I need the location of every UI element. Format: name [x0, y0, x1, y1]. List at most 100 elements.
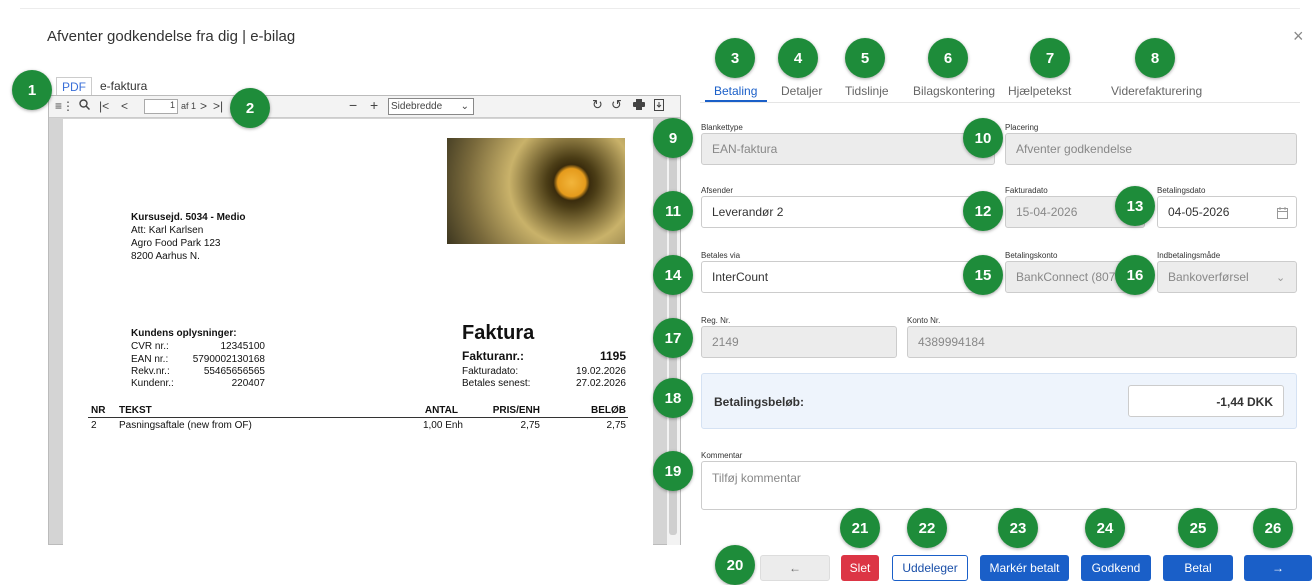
next-page-icon[interactable]: >: [200, 99, 207, 113]
invoice-number: 1195: [599, 349, 626, 363]
konto-nr-label: Konto Nr.: [907, 316, 941, 325]
chevron-down-icon: ⌄: [460, 101, 469, 112]
prev-page-icon[interactable]: <: [121, 99, 128, 113]
callout-badge: 5: [845, 38, 885, 78]
pdf-toolbar: ≡⋮ |< < 1 af 1 > >| − + Sidebredde ⌄ ↻ ↺: [49, 96, 680, 118]
slet-button[interactable]: Slet: [841, 555, 879, 581]
close-icon[interactable]: ×: [1293, 26, 1304, 47]
godkend-button[interactable]: Godkend: [1081, 555, 1151, 581]
invoice-heading: Faktura: [462, 322, 535, 344]
callout-badge: 6: [928, 38, 968, 78]
tab-betaling[interactable]: Betaling: [714, 84, 757, 98]
customer-row-value: 55465656565: [203, 366, 265, 377]
recipient-name: Kursusejd. 5034 - Medio: [131, 212, 246, 223]
uddeleger-button[interactable]: Uddeleger: [892, 555, 968, 581]
betales-via-field[interactable]: InterCount: [701, 261, 995, 293]
kommentar-input[interactable]: Tilføj kommentar: [701, 461, 1297, 510]
blankettype-label: Blankettype: [701, 123, 743, 132]
callout-badge: 13: [1115, 186, 1155, 226]
line-antal: 1,00 Enh: [422, 420, 463, 431]
next-button[interactable]: →: [1244, 555, 1312, 581]
col-nr: NR: [91, 405, 106, 416]
callout-badge: 18: [653, 378, 693, 418]
invoice-due-label: Betales senest:: [462, 378, 531, 389]
betalingsdato-value: 04-05-2026: [1168, 205, 1230, 219]
invoice-date-label: Fakturadato:: [462, 366, 519, 377]
zoom-out-icon[interactable]: −: [349, 97, 357, 113]
col-pris: PRIS/ENH: [492, 405, 540, 416]
top-divider: [20, 8, 1300, 9]
betalingsbelob-value[interactable]: -1,44 DKK: [1128, 385, 1284, 417]
betalingsdato-field[interactable]: 04-05-2026: [1157, 196, 1297, 228]
zoom-select[interactable]: Sidebredde ⌄: [388, 98, 474, 115]
tab-hjaelpetekst[interactable]: Hjælpetekst: [1008, 84, 1071, 98]
col-belob: BELØB: [591, 405, 626, 416]
callout-badge: 22: [907, 508, 947, 548]
rotate-cw-icon[interactable]: ↻: [592, 97, 603, 113]
download-icon[interactable]: [654, 99, 664, 114]
first-page-icon[interactable]: |<: [99, 99, 109, 113]
afsender-field[interactable]: Leverandør 2: [701, 196, 995, 228]
indbetalingsmade-value: Bankoverførsel: [1168, 270, 1249, 284]
customer-row-value: 220407: [231, 378, 265, 389]
callout-badge: 15: [963, 255, 1003, 295]
recipient-street: Agro Food Park 123: [131, 238, 221, 249]
search-icon[interactable]: [79, 99, 91, 113]
callout-badge: 25: [1178, 508, 1218, 548]
blankettype-field: EAN-faktura: [701, 133, 995, 165]
betalingsbelob-label: Betalingsbeløb:: [714, 395, 805, 409]
callout-badge: 8: [1135, 38, 1175, 78]
sunflower-image: [447, 138, 625, 244]
back-button[interactable]: ←: [760, 555, 830, 581]
callout-badge: 21: [840, 508, 880, 548]
callout-badge: 14: [653, 255, 693, 295]
active-tab-indicator: [705, 100, 767, 102]
callout-badge: 7: [1030, 38, 1070, 78]
print-icon[interactable]: [633, 99, 645, 113]
page-number-input[interactable]: 1: [144, 99, 178, 114]
invoice-due: 27.02.2026: [575, 378, 626, 389]
col-tekst: TEKST: [119, 405, 152, 416]
page-count: af 1: [181, 101, 197, 111]
callout-badge: 19: [653, 451, 693, 491]
konto-nr-field: 4389994184: [907, 326, 1297, 358]
line-tekst: Pasningsaftale (new from OF): [119, 420, 252, 431]
betales-via-label: Betales via: [701, 251, 741, 260]
callout-badge: 2: [230, 88, 270, 128]
col-antal: ANTAL: [424, 405, 458, 416]
invoice-number-label: Fakturanr.:: [462, 349, 525, 363]
recipient-city: 8200 Aarhus N.: [131, 251, 200, 262]
tab-bilagskontering[interactable]: Bilagskontering: [913, 84, 995, 98]
tab-tidslinje[interactable]: Tidslinje: [845, 84, 889, 98]
customer-row-label: CVR nr.:: [131, 341, 169, 352]
tab-detaljer[interactable]: Detaljer: [781, 84, 822, 98]
tab-viderefakturering[interactable]: Viderefakturering: [1111, 84, 1202, 98]
betal-button[interactable]: Betal: [1163, 555, 1233, 581]
betalingskonto-label: Betalingskonto: [1005, 251, 1058, 260]
reg-nr-field: 2149: [701, 326, 897, 358]
tab-pdf[interactable]: PDF: [56, 77, 92, 96]
marker-betalt-button[interactable]: Markér betalt: [980, 555, 1069, 581]
customer-row-label: EAN nr.:: [131, 354, 169, 365]
table-header-rule: [88, 417, 628, 418]
customer-row-label: Kundenr.:: [131, 378, 174, 389]
line-belob: 2,75: [606, 420, 626, 431]
tab-divider: [700, 102, 1300, 103]
betalingsdato-label: Betalingsdato: [1157, 186, 1206, 195]
callout-badge: 11: [653, 191, 693, 231]
customer-heading: Kundens oplysninger:: [131, 328, 237, 339]
chevron-down-icon: ⌄: [1276, 272, 1286, 284]
customer-row-value: 12345100: [220, 341, 266, 352]
sidebar-toggle-icon[interactable]: ≡⋮: [55, 99, 74, 113]
rotate-ccw-icon[interactable]: ↺: [611, 97, 622, 113]
calendar-icon[interactable]: [1277, 206, 1288, 224]
tab-efaktura[interactable]: e-faktura: [100, 79, 147, 93]
zoom-in-icon[interactable]: +: [370, 97, 378, 113]
zoom-select-value: Sidebredde: [391, 101, 443, 112]
callout-badge: 23: [998, 508, 1038, 548]
last-page-icon[interactable]: >|: [213, 99, 223, 113]
customer-row-value: 5790002130168: [192, 354, 265, 365]
callout-badge: 4: [778, 38, 818, 78]
callout-badge: 12: [963, 191, 1003, 231]
line-pris: 2,75: [520, 420, 540, 431]
